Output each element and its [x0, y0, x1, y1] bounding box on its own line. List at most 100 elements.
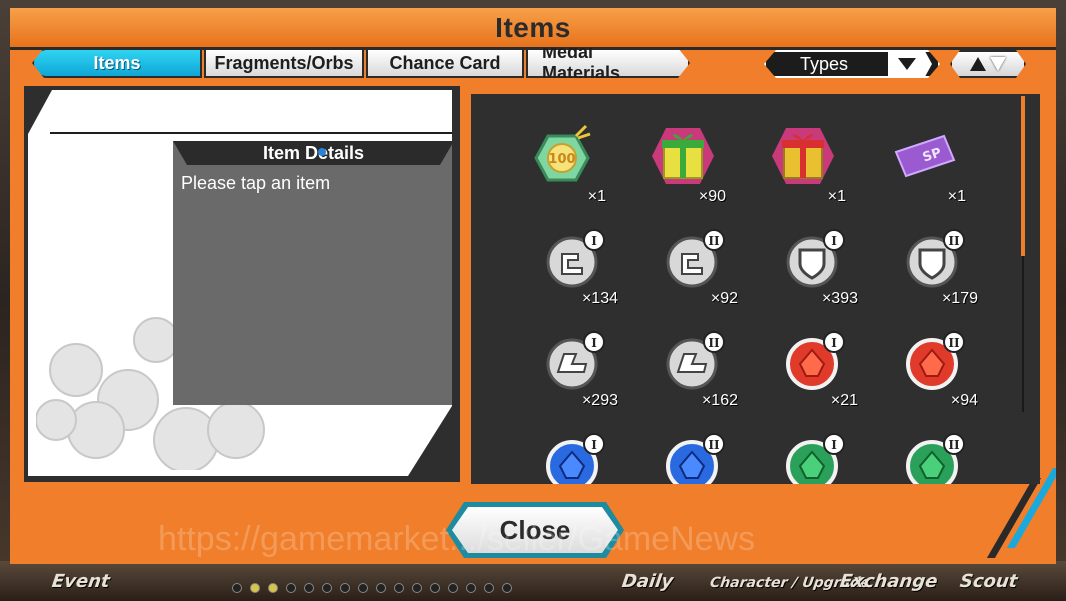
page-dot	[394, 583, 404, 593]
page-dot	[466, 583, 476, 593]
item-detail-panel: Item Details Please tap an item	[24, 86, 460, 482]
tab-medal-materials[interactable]: Medal Materials	[526, 48, 690, 78]
arrow-down-icon	[990, 57, 1006, 71]
item-count: ×393	[821, 290, 858, 307]
nav-exchange[interactable]: Exchange	[839, 571, 939, 592]
item-count: ×179	[941, 290, 978, 307]
item-count: ×94	[950, 392, 978, 409]
green-orb-2-icon: II	[906, 433, 965, 484]
tab-fragments-orbs[interactable]: Fragments/Orbs	[204, 48, 364, 78]
shield-medal-1-icon: I	[786, 229, 845, 288]
shoe-medal-1-icon: I	[546, 331, 605, 390]
item-slot[interactable]: II	[648, 424, 744, 484]
fist-medal-1-icon: I	[546, 229, 605, 288]
arrow-up-icon	[970, 57, 986, 71]
touch-cursor-icon	[318, 148, 326, 156]
item-slot[interactable]: II ×162	[648, 322, 744, 418]
red-orb-1-icon: I	[786, 331, 845, 390]
item-count: ×1	[587, 188, 606, 205]
item-slot[interactable]: II	[888, 424, 984, 484]
page-dot	[358, 583, 368, 593]
watermark-text: https://gamemarket.../seller/GameNews	[158, 520, 756, 558]
tab-chance-card[interactable]: Chance Card	[366, 48, 524, 78]
sort-button[interactable]	[950, 50, 1026, 78]
fist-medal-2-icon: II	[666, 229, 725, 288]
page-dot	[304, 583, 314, 593]
types-dropdown[interactable]: Types	[764, 50, 940, 78]
svg-text:I: I	[591, 336, 597, 350]
item-count: ×21	[830, 392, 858, 409]
page-dot	[448, 583, 458, 593]
svg-text:II: II	[708, 234, 720, 248]
blue-orb-1-icon: I	[546, 433, 605, 484]
tab-items[interactable]: Items	[32, 48, 202, 78]
item-slot[interactable]: II ×179	[888, 220, 984, 316]
shoe-medal-2-icon: II	[666, 331, 725, 390]
ticket-100-icon: 100	[534, 124, 591, 182]
scrollbar-track[interactable]	[1022, 256, 1024, 412]
item-slot[interactable]: ×1	[756, 118, 852, 214]
shield-medal-2-icon: II	[906, 229, 965, 288]
item-slot[interactable]: II ×94	[888, 322, 984, 418]
chevron-down-icon	[888, 52, 932, 76]
nav-event[interactable]: Event	[51, 571, 112, 592]
detail-background: Item Details Please tap an item	[28, 90, 452, 476]
page-dot	[340, 583, 350, 593]
item-slot[interactable]: II ×92	[648, 220, 744, 316]
gift-red-icon	[772, 128, 834, 184]
detail-box: Item Details Please tap an item	[173, 141, 454, 405]
svg-text:II: II	[948, 336, 960, 350]
svg-text:II: II	[708, 336, 720, 350]
svg-text:I: I	[831, 438, 837, 452]
sp-ticket-icon: SP	[894, 134, 956, 178]
svg-text:I: I	[591, 438, 597, 452]
page-dot	[322, 583, 332, 593]
page-dot	[484, 583, 494, 593]
item-count: ×134	[581, 290, 618, 307]
category-tabs: Items Fragments/Orbs Chance Card Medal M…	[32, 48, 692, 80]
item-slot[interactable]: I	[528, 424, 624, 484]
item-count: ×90	[698, 188, 726, 205]
item-slot[interactable]: I ×134	[528, 220, 624, 316]
item-slot[interactable]: I	[768, 424, 864, 484]
nav-scout[interactable]: Scout	[959, 571, 1019, 592]
item-count: ×1	[827, 188, 846, 205]
item-count: ×293	[581, 392, 618, 409]
page-dot	[502, 583, 512, 593]
svg-text:I: I	[591, 234, 597, 248]
green-orb-1-icon: I	[786, 433, 845, 484]
svg-text:I: I	[831, 336, 837, 350]
page-dots	[232, 583, 512, 593]
item-slot[interactable]: SP ×1	[876, 118, 972, 214]
svg-text:II: II	[708, 438, 720, 452]
types-label: Types	[800, 53, 849, 74]
svg-text:II: II	[948, 438, 960, 452]
page-dot	[250, 583, 260, 593]
svg-text:100: 100	[548, 152, 575, 167]
bottom-nav: Event Daily Character / Upgrade Exchange…	[0, 561, 1066, 601]
svg-text:II: II	[948, 234, 960, 248]
page-dot	[376, 583, 386, 593]
svg-text:I: I	[831, 234, 837, 248]
page-dot	[430, 583, 440, 593]
detail-header: Item Details	[173, 141, 454, 165]
item-count: ×162	[701, 392, 738, 409]
detail-divider	[50, 132, 452, 134]
modal-title: Items	[495, 12, 571, 43]
nav-daily[interactable]: Daily	[621, 571, 675, 592]
page-dot	[286, 583, 296, 593]
item-slot[interactable]: I ×393	[768, 220, 864, 316]
item-count: ×1	[947, 188, 966, 205]
item-count: ×92	[710, 290, 738, 307]
page-dot	[232, 583, 242, 593]
item-slot[interactable]: I ×293	[528, 322, 624, 418]
red-orb-2-icon: II	[906, 331, 965, 390]
gift-green-icon	[652, 128, 714, 184]
blue-orb-2-icon: II	[666, 433, 725, 484]
item-slot[interactable]: 100 ×1	[516, 118, 612, 214]
item-slot[interactable]: I ×21	[768, 322, 864, 418]
page-dot	[268, 583, 278, 593]
modal-title-bar: Items	[10, 8, 1056, 50]
item-slot[interactable]: ×90	[636, 118, 732, 214]
scrollbar-thumb[interactable]	[1021, 96, 1025, 256]
